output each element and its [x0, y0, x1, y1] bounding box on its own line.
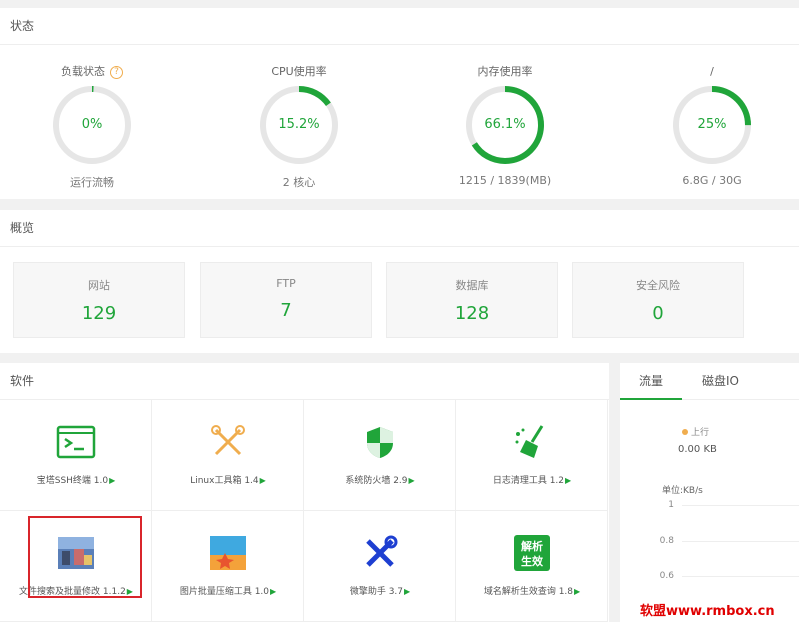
tools-icon [211, 425, 245, 456]
gauge-value: 25% [697, 117, 727, 132]
software-item-label: 系统防火墙 2.9 [345, 476, 408, 486]
play-icon[interactable]: ▶ [574, 587, 580, 596]
overview-card-value[interactable]: 129 [14, 303, 184, 324]
gauge-ring: 66.1% [464, 84, 546, 166]
gauge-value: 66.1% [484, 117, 526, 132]
legend-up-label: 上行 [691, 428, 710, 438]
tab-traffic[interactable]: 流量 [620, 363, 682, 400]
overview-card-name: FTP [276, 277, 296, 290]
gauge-value: 0% [81, 117, 103, 132]
play-icon[interactable]: ▶ [404, 587, 410, 596]
tab-disk-io[interactable]: 磁盘IO [702, 363, 739, 400]
software-item-dns-check[interactable]: 解析 生效 域名解析生效查询 1.8▶ [456, 511, 608, 622]
gauge-ring: 15.2% [258, 84, 340, 166]
play-icon[interactable]: ▶ [109, 476, 115, 485]
cpu-gauge[interactable]: CPU使用率 15.2% 2 核心 [219, 64, 379, 190]
dns-icon: 解析 生效 [514, 535, 550, 571]
software-item-label: 图片批量压缩工具 1.0 [179, 587, 270, 597]
gauge-label: CPU使用率 [271, 65, 327, 78]
traffic-panel: 流量 磁盘IO 上行 0.00 KB 单位:KB/s 1 0.8 0.6 [620, 363, 799, 622]
gauge-sub: 运行流畅 [70, 176, 114, 189]
overview-card-database[interactable]: 数据库 128 [386, 262, 558, 338]
overview-card-name: 数据库 [455, 279, 489, 292]
highlight-box [28, 516, 142, 598]
overview-card-value[interactable]: 0 [573, 303, 743, 324]
watermark: 软盟www.rmbox.cn [640, 604, 775, 619]
overview-panel: 概览 网站 129 FTP 7 数据库 128 安全风险 0 [0, 210, 799, 353]
upload-value: 0.00 KB [678, 444, 717, 455]
shield-icon [367, 427, 393, 458]
traffic-tabs: 流量 磁盘IO [620, 363, 799, 400]
software-item-firewall[interactable]: 系统防火墙 2.9▶ [304, 400, 456, 511]
overview-card-name: 网站 [88, 279, 110, 292]
dns-icon-text-bottom: 生效 [521, 554, 544, 568]
software-item-weiqing[interactable]: 微擎助手 3.7▶ [304, 511, 456, 622]
disk-gauge[interactable]: / 25% 6.8G / 30G [632, 64, 792, 187]
wrench-icon [366, 535, 398, 567]
overview-card-security[interactable]: 安全风险 0 [572, 262, 744, 338]
gauge-value: 15.2% [278, 117, 320, 132]
software-item-label: Linux工具箱 1.4 [190, 476, 259, 486]
broom-icon [515, 425, 544, 458]
dns-icon-text-top: 解析 [521, 539, 543, 553]
y-tick: 1 [668, 500, 674, 510]
gauge-label: / [710, 65, 714, 78]
unit-label: 单位:KB/s [662, 486, 703, 496]
software-item-label: 域名解析生效查询 1.8 [483, 587, 574, 597]
status-title: 状态 [0, 8, 799, 45]
software-item-label: 微擎助手 3.7 [349, 587, 404, 597]
software-item-linux-tools[interactable]: Linux工具箱 1.4▶ [152, 400, 304, 511]
overview-card-value[interactable]: 128 [387, 303, 557, 324]
grid-line [682, 541, 799, 542]
gauge-sub: 1215 / 1839(MB) [458, 174, 552, 187]
gauge-ring: 0% [51, 84, 133, 166]
overview-card-ftp[interactable]: FTP 7 [200, 262, 372, 338]
play-icon[interactable]: ▶ [565, 476, 571, 485]
play-icon[interactable]: ▶ [260, 476, 266, 485]
software-item-image-compress[interactable]: 图片批量压缩工具 1.0▶ [152, 511, 304, 622]
load-gauge[interactable]: 负载状态? 0% 运行流畅 [12, 64, 172, 190]
overview-card-sites[interactable]: 网站 129 [13, 262, 185, 338]
overview-title: 概览 [0, 210, 799, 247]
legend-up[interactable]: 上行 [682, 425, 709, 438]
gauge-label: 内存使用率 [477, 65, 533, 78]
software-item-log-cleaner[interactable]: 日志清理工具 1.2▶ [456, 400, 608, 511]
software-item-label: 宝塔SSH终端 1.0 [36, 476, 109, 486]
gauge-sub: 6.8G / 30G [682, 174, 742, 187]
grid-line [682, 576, 799, 577]
legend-dot-icon [682, 429, 688, 435]
software-title: 软件 [0, 363, 609, 400]
grid-line [682, 505, 799, 506]
software-item-ssh[interactable]: 宝塔SSH终端 1.0▶ [0, 400, 152, 511]
gauge-sub: 2 核心 [282, 176, 316, 189]
status-panel: 状态 负载状态? 0% 运行流畅 CPU使用率 15.2% 2 核心 内存使用率… [0, 8, 799, 199]
overview-card-value[interactable]: 7 [201, 300, 371, 321]
overview-card-name: 安全风险 [636, 279, 680, 292]
image-icon [210, 536, 246, 570]
memory-gauge[interactable]: 内存使用率 66.1% 1215 / 1839(MB) [425, 64, 585, 187]
software-item-label: 日志清理工具 1.2 [492, 476, 565, 486]
help-icon[interactable]: ? [110, 65, 123, 79]
gauge-ring: 25% [671, 84, 753, 166]
gauge-label: 负载状态 [61, 65, 105, 78]
terminal-icon [56, 425, 96, 459]
play-icon[interactable]: ▶ [409, 476, 415, 485]
play-icon[interactable]: ▶ [270, 587, 276, 596]
y-tick: 0.6 [659, 571, 674, 581]
y-tick: 0.8 [659, 536, 674, 546]
